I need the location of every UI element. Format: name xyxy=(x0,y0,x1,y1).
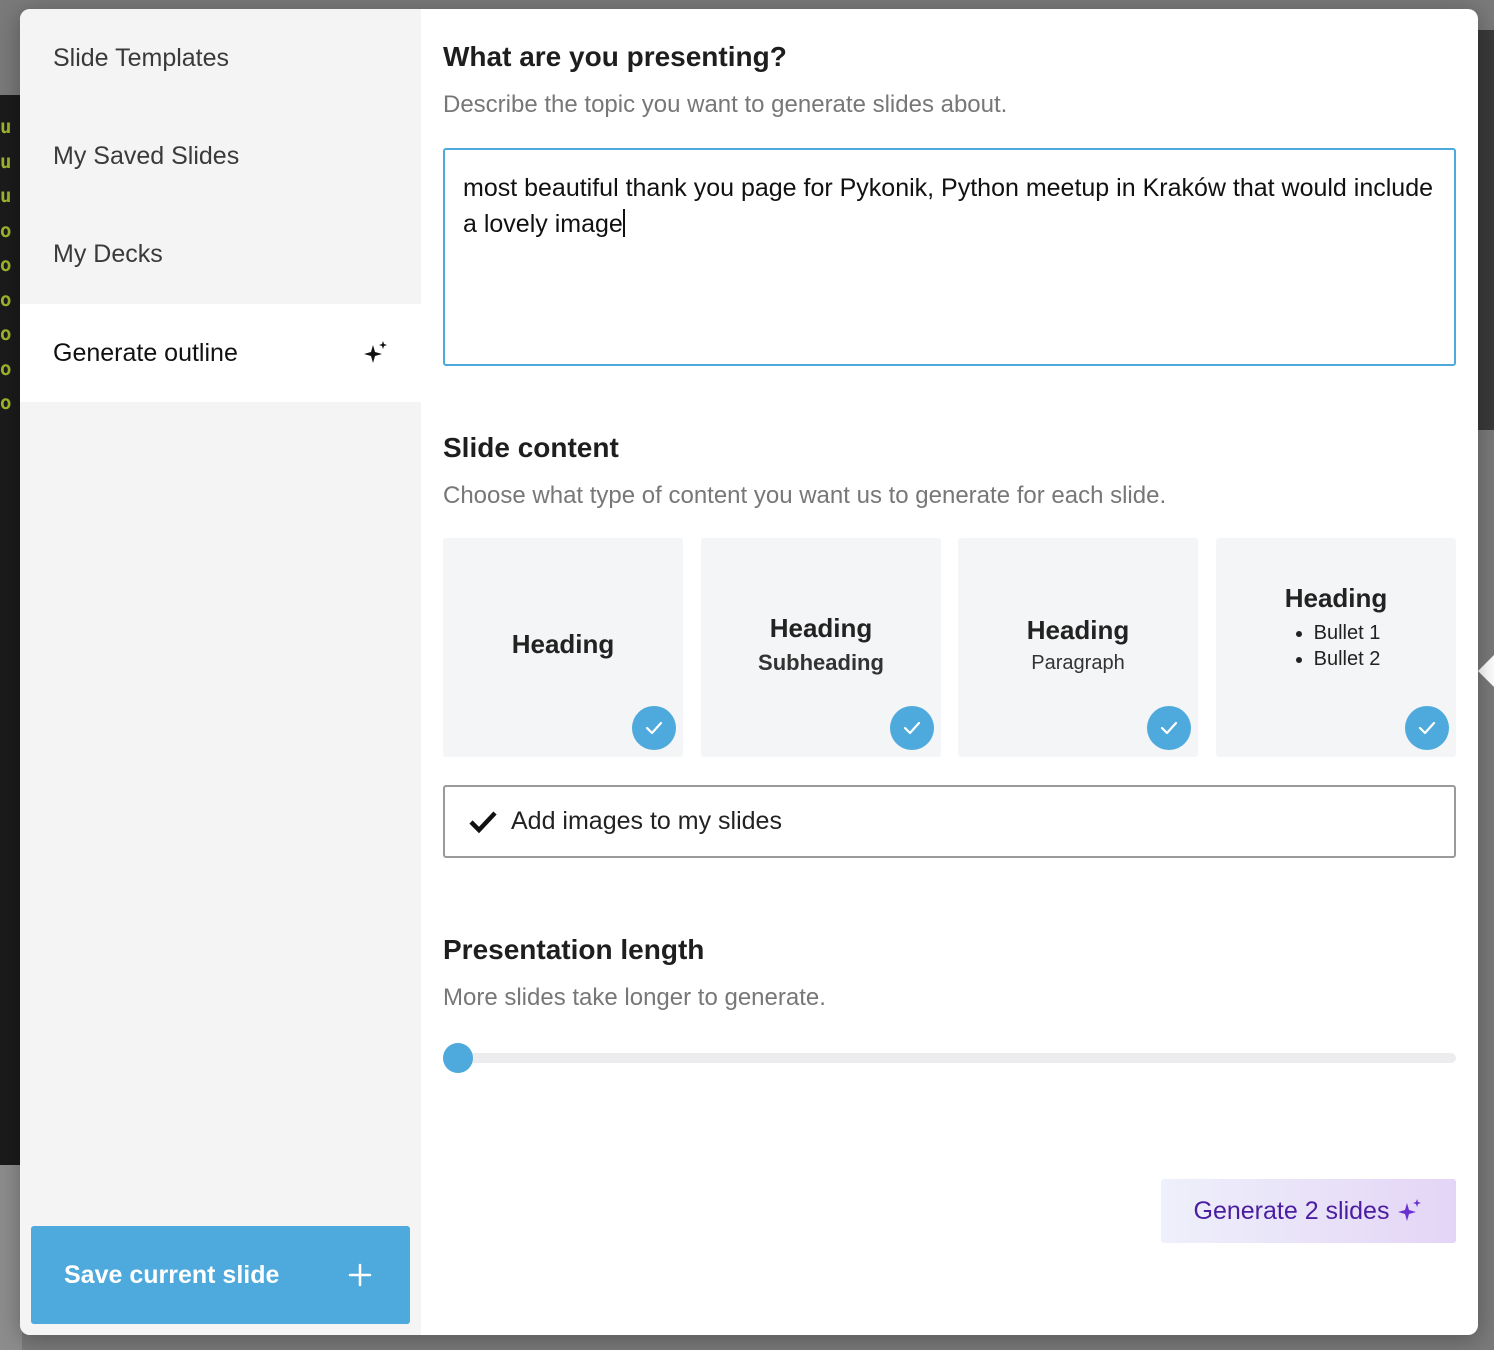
add-images-label: Add images to my slides xyxy=(511,807,782,835)
generate-button-label: Generate 2 slides xyxy=(1193,1196,1390,1225)
card-heading-text: Heading xyxy=(1026,614,1130,645)
content-title: Slide content xyxy=(443,432,619,463)
card-bullet: Bullet 1 xyxy=(1314,620,1381,646)
topic-input[interactable]: most beautiful thank you page for Pykoni… xyxy=(443,148,1456,366)
card-heading-text: Heading xyxy=(511,629,615,659)
card-subheading-text: Subheading xyxy=(758,650,884,675)
card-paragraph-text: Paragraph xyxy=(1031,651,1125,674)
sidebar-item-my-decks[interactable]: My Decks xyxy=(20,205,421,303)
sidebar: Slide Templates My Saved Slides My Decks… xyxy=(20,9,421,1335)
length-title: Presentation length xyxy=(443,934,705,965)
background-overlay xyxy=(1476,430,1494,1350)
topic-input-value: most beautiful thank you page for Pykoni… xyxy=(463,174,1434,238)
content-type-cards: Heading Heading Subheading Heading Parag… xyxy=(443,538,1456,757)
topic-title: What are you presenting? xyxy=(443,41,787,72)
checkmark-icon xyxy=(469,810,497,833)
background-footer xyxy=(0,1165,22,1350)
sidebar-item-slide-templates[interactable]: Slide Templates xyxy=(20,9,421,107)
sidebar-item-label: Generate outline xyxy=(53,338,238,367)
check-icon xyxy=(1147,706,1191,750)
slider-thumb[interactable] xyxy=(443,1043,473,1073)
sparkle-icon xyxy=(364,341,387,363)
sidebar-item-label: My Decks xyxy=(53,239,163,268)
save-button-label: Save current slide xyxy=(64,1260,280,1289)
sidebar-item-label: Slide Templates xyxy=(53,43,230,72)
sparkle-icon xyxy=(1398,1199,1422,1221)
card-heading-paragraph[interactable]: Heading Paragraph xyxy=(958,538,1198,757)
generate-dialog: Slide Templates My Saved Slides My Decks… xyxy=(20,9,1478,1335)
check-icon xyxy=(1405,706,1449,750)
check-icon xyxy=(632,706,676,750)
content-description: Choose what type of content you want us … xyxy=(443,482,1167,509)
background-code: u u u o o o o o o xyxy=(0,116,12,414)
sidebar-item-label: My Saved Slides xyxy=(53,141,240,170)
main-panel: What are you presenting? Describe the to… xyxy=(443,9,1456,1335)
generate-slides-button[interactable]: Generate 2 slides xyxy=(1161,1179,1456,1243)
card-heading[interactable]: Heading xyxy=(443,538,683,757)
add-images-toggle[interactable]: Add images to my slides xyxy=(443,785,1456,858)
card-heading-subheading[interactable]: Heading Subheading xyxy=(701,538,941,757)
card-bullet-list: Bullet 1 Bullet 2 xyxy=(1292,620,1381,672)
text-caret xyxy=(622,209,625,237)
card-heading-text: Heading xyxy=(1284,583,1388,613)
panel-pointer xyxy=(1478,655,1494,687)
length-description: More slides take longer to generate. xyxy=(443,984,826,1011)
sidebar-item-my-saved-slides[interactable]: My Saved Slides xyxy=(20,107,421,205)
plus-icon xyxy=(348,1263,372,1287)
card-heading-bullets[interactable]: Heading Bullet 1 Bullet 2 xyxy=(1216,538,1456,757)
check-icon xyxy=(890,706,934,750)
card-heading-text: Heading xyxy=(769,613,873,643)
topic-description: Describe the topic you want to generate … xyxy=(443,91,1008,118)
background-panel xyxy=(1476,30,1494,430)
save-current-slide-button[interactable]: Save current slide xyxy=(31,1226,410,1324)
length-slider[interactable] xyxy=(443,1043,1456,1073)
sidebar-item-generate-outline[interactable]: Generate outline xyxy=(20,304,421,402)
card-bullet: Bullet 2 xyxy=(1314,646,1381,672)
